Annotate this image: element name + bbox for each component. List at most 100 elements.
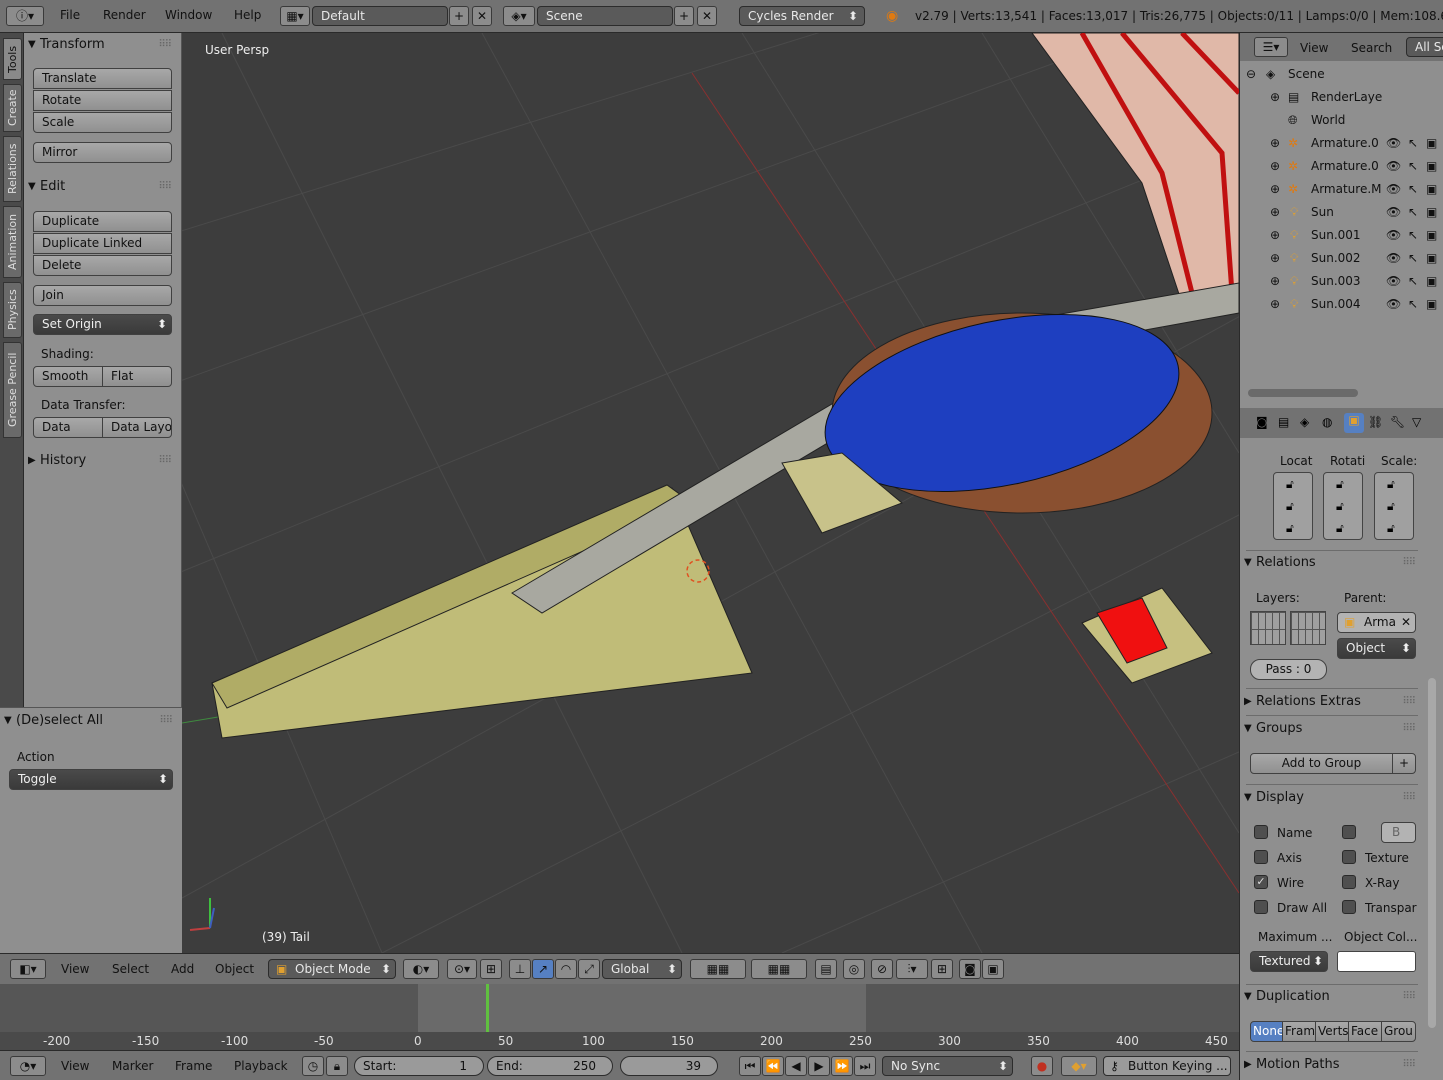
rotate-manipulator-icon[interactable]: ◠ [555,959,577,979]
camera-icon[interactable]: ▣ [1426,297,1437,311]
drag-handle-icon[interactable]: ⠿⠿ [158,34,172,56]
panel-transform-header[interactable]: ▼ Transform ⠿⠿ [24,34,181,56]
drag-handle-icon[interactable]: ⠿⠿ [1402,552,1416,574]
constraints-tab-icon[interactable]: ⛓︎ [1368,415,1383,429]
snap-element-icon[interactable]: ⫶▾ [896,959,928,979]
draw-type-select[interactable]: Textured ⬍ [1250,951,1328,972]
outliner-row-scene[interactable]: ⊖ ◈ Scene [1240,63,1443,86]
snap-target-icon[interactable]: ⊞ [931,959,953,979]
manipulator-icon[interactable]: ⊞ [480,959,502,979]
3d-viewport[interactable]: User Persp (39) Tail [182,33,1239,953]
panel-duplication-header[interactable]: ▼ Duplication ⠿⠿ [1240,986,1443,1008]
outliner-row-armature[interactable]: ⊕ ✲ Armature.M 👁︎ ↖ ▣ [1240,178,1443,201]
record-icon[interactable]: ● [1031,1056,1053,1076]
tab-create[interactable]: Create [3,84,22,132]
modifiers-tab-icon[interactable]: 🔧︎ [1390,415,1405,429]
set-origin-select[interactable]: Set Origin ⬍ [33,314,172,335]
outliner-row-lamp[interactable]: ⊕ 💡︎ Sun.003 👁︎ ↖ ▣ [1240,270,1443,293]
layers-grid-icon[interactable]: ▦▦ [690,959,746,979]
current-frame-marker[interactable] [486,984,489,1032]
expand-icon[interactable]: ⊕ [1270,251,1280,265]
menu-window[interactable]: Window [165,8,212,22]
action-select[interactable]: Toggle ⬍ [9,769,173,790]
drag-handle-icon[interactable]: ⠿⠿ [1402,787,1416,809]
menu-marker[interactable]: Marker [112,1059,153,1073]
expand-icon[interactable]: ⊕ [1270,182,1280,196]
layers-grid-1[interactable] [1250,611,1286,645]
next-keyframe-icon[interactable]: ⏩ [831,1056,853,1076]
dupli-group-button[interactable]: Grou [1381,1021,1416,1042]
panel-display-header[interactable]: ▼ Display ⠿⠿ [1240,787,1443,809]
menu-search[interactable]: Search [1351,41,1392,55]
menu-view[interactable]: View [61,962,89,976]
menu-view[interactable]: View [61,1059,89,1073]
xray-checkbox[interactable] [1342,875,1356,889]
lock-icon[interactable]: 🔓︎ [1286,521,1294,536]
expand-icon[interactable]: ⊕ [1270,297,1280,311]
outliner-scrollbar[interactable] [1248,389,1358,397]
cursor-icon[interactable]: ↖ [1408,297,1418,311]
smooth-button[interactable]: Smooth [33,366,103,387]
sync-mode-select[interactable]: No Sync ⬍ [882,1056,1013,1076]
expand-icon[interactable]: ⊕ [1270,274,1280,288]
render-tab-icon[interactable]: ◙ [1256,415,1268,429]
play-icon[interactable]: ▶ [808,1056,830,1076]
texture-space-checkbox[interactable] [1342,850,1356,864]
cursor-icon[interactable]: ↖ [1408,205,1418,219]
world-tab-icon[interactable]: ◍ [1322,415,1332,429]
dupli-verts-button[interactable]: Verts [1315,1021,1349,1042]
expand-icon[interactable]: ⊕ [1270,90,1280,104]
scale-lock-buttons[interactable]: 🔓︎ 🔓︎ 🔓︎ [1374,472,1414,540]
screen-layout-icon[interactable]: ▦▾ [280,6,310,26]
keying-set-select[interactable]: ⚷ Button Keying ... [1103,1056,1231,1076]
join-button[interactable]: Join [33,285,172,306]
outliner-row-renderlayer[interactable]: ⊕ ▤ RenderLaye [1240,86,1443,109]
delete-button[interactable]: Delete [33,255,172,276]
lock-icon[interactable]: 🔓︎ [1336,499,1344,514]
panel-relations-header[interactable]: ▼ Relations ⠿⠿ [1240,552,1443,574]
panel-relations-extras-header[interactable]: ▶ Relations Extras ⠿⠿ [1240,691,1443,713]
tab-tools[interactable]: Tools [3,38,22,80]
dupli-faces-button[interactable]: Face [1348,1021,1382,1042]
lock-range-icon[interactable]: 🔒︎ [326,1056,348,1076]
move-manipulator-icon[interactable]: ↗ [532,959,554,979]
remove-screen-icon[interactable]: ✕ [472,6,492,26]
expand-icon[interactable]: ⊕ [1270,228,1280,242]
parent-type-select[interactable]: Object ⬍ [1337,638,1416,659]
scene-field[interactable]: Scene [537,6,673,26]
prev-keyframe-icon[interactable]: ⏪ [762,1056,784,1076]
current-frame-field[interactable]: 39 [620,1056,718,1076]
object-tab-icon[interactable]: ▣ [1344,413,1364,433]
draw-all-checkbox[interactable] [1254,900,1268,914]
outliner-row-world[interactable]: 🌐︎ World [1240,109,1443,132]
play-reverse-icon[interactable]: ◀ [785,1056,807,1076]
outliner-row-lamp[interactable]: ⊕ 💡︎ Sun.001 👁︎ ↖ ▣ [1240,224,1443,247]
pass-index-field[interactable]: Pass : 0 [1250,659,1327,680]
menu-select[interactable]: Select [112,962,149,976]
camera-icon[interactable]: ▣ [1426,159,1437,173]
add-to-group-button[interactable]: Add to Group [1250,753,1393,774]
menu-file[interactable]: File [60,8,80,22]
data-layout-button[interactable]: Data Layo [102,417,172,438]
drag-handle-icon[interactable]: ⠿⠿ [1402,718,1416,740]
expand-icon[interactable]: ⊕ [1270,136,1280,150]
remove-scene-icon[interactable]: ✕ [697,6,717,26]
mode-select[interactable]: ▣ Object Mode ⬍ [268,959,396,979]
location-lock-buttons[interactable]: 🔓︎ 🔓︎ 🔓︎ [1273,472,1313,540]
panel-deselect-all-header[interactable]: ▼ (De)select All ⠿⠿ [0,710,182,732]
menu-frame[interactable]: Frame [175,1059,212,1073]
lock-icon[interactable]: 🔓︎ [1286,477,1294,492]
rotation-lock-buttons[interactable]: 🔓︎ 🔓︎ 🔓︎ [1323,472,1363,540]
drag-handle-icon[interactable]: ⠿⠿ [1402,1054,1416,1076]
eye-icon[interactable]: 👁︎ [1386,228,1401,242]
name-checkbox[interactable] [1254,825,1268,839]
panel-edit-header[interactable]: ▼ Edit ⠿⠿ [24,176,181,198]
menu-help[interactable]: Help [234,8,261,22]
outliner-type-icon[interactable]: ☰▾ [1254,37,1288,57]
dupli-frames-button[interactable]: Fram [1282,1021,1316,1042]
lock-icon[interactable]: 🔓︎ [1336,521,1344,536]
end-frame-field[interactable]: End: 250 [487,1056,613,1076]
cursor-icon[interactable]: ↖ [1408,159,1418,173]
wire-checkbox[interactable]: ✓ [1254,875,1268,889]
scene-icon[interactable]: ◈▾ [503,6,535,26]
